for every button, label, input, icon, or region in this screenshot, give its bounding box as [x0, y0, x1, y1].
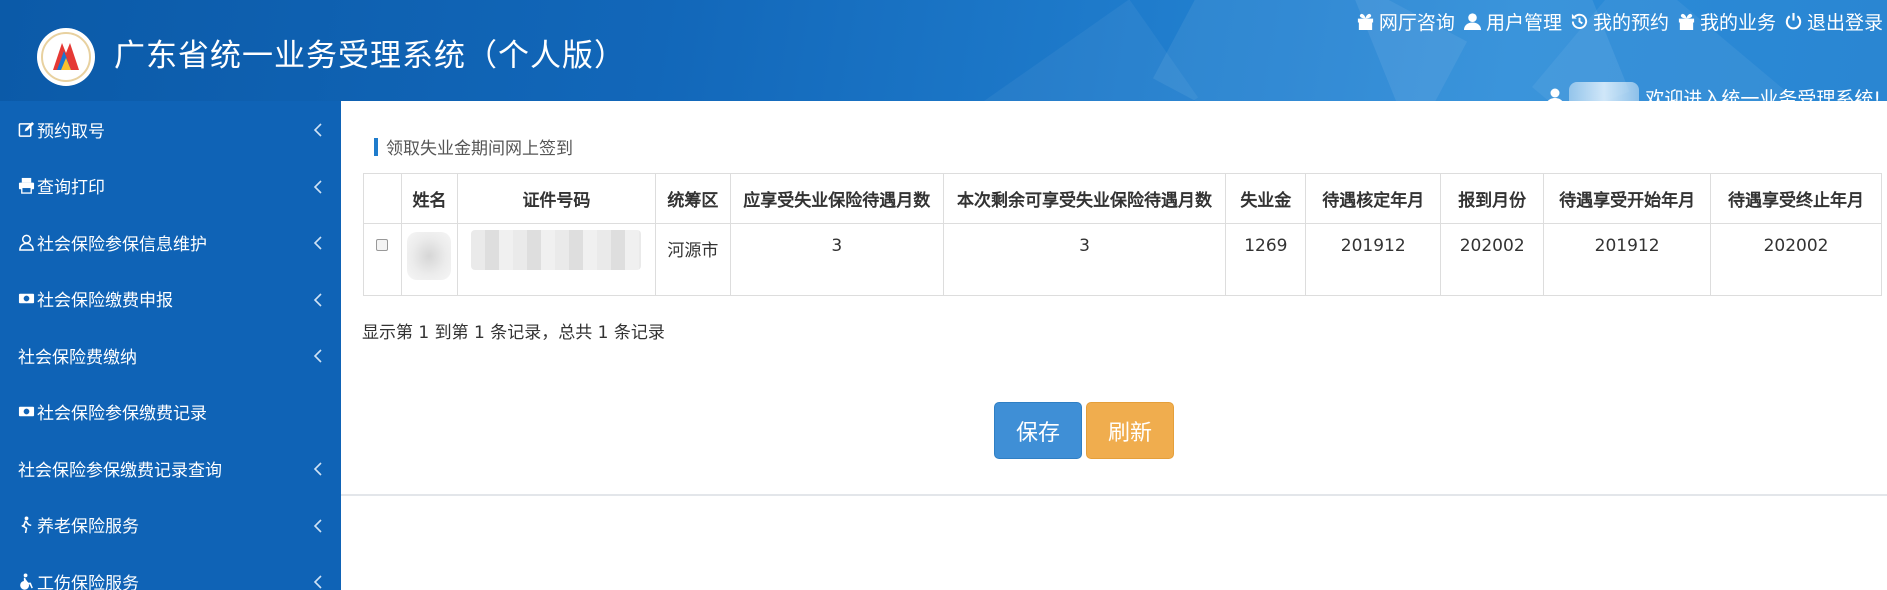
sidebar-item-appointment[interactable]: 预约取号 [0, 101, 341, 158]
sidebar-item-injury-service[interactable]: 工伤保险服务 [0, 553, 341, 590]
table-cell: 201912 [1543, 223, 1712, 296]
section-title: 领取失业金期间网上签到 [374, 134, 573, 159]
table-cell: 202002 [1440, 223, 1545, 296]
column-header[interactable]: 失业金 [1225, 173, 1307, 224]
table-cell: 202002 [1710, 223, 1882, 296]
nav-my-appointments[interactable]: 我的预约 [1570, 8, 1669, 35]
column-header[interactable]: 待遇核定年月 [1305, 173, 1442, 224]
app-logo [37, 28, 95, 86]
id-number-cell [456, 223, 656, 296]
walking-icon [18, 516, 35, 534]
chevron-left-icon [313, 122, 323, 137]
section-title-text: 领取失业金期间网上签到 [386, 139, 573, 159]
refresh-button[interactable]: 刷新 [1086, 402, 1174, 459]
sidebar-item-label: 预约取号 [37, 121, 105, 142]
column-header[interactable]: 本次剩余可享受失业保险待遇月数 [942, 173, 1227, 224]
pagination-info: 显示第 1 到第 1 条记录，总共 1 条记录 [362, 323, 665, 343]
sidebar-item-label: 工伤保险服务 [37, 573, 139, 590]
sidebar-item-label: 社会保险费缴纳 [18, 347, 137, 368]
sidebar-item-label: 社会保险参保信息维护 [37, 234, 207, 255]
nav-consult[interactable]: 网厅咨询 [1356, 8, 1455, 35]
nav-label: 我的预约 [1592, 12, 1669, 34]
column-header[interactable]: 待遇享受终止年月 [1710, 173, 1882, 224]
welcome-message: ,欢迎进入统一业务受理系统! [1545, 72, 1881, 101]
row-checkbox[interactable] [376, 239, 389, 251]
column-header[interactable]: 应享受失业保险待遇月数 [729, 173, 944, 224]
sidebar-item-payment-declaration[interactable]: 社会保险缴费申报 [0, 271, 341, 328]
nav-label: 退出登录 [1806, 12, 1883, 34]
sidebar-item-label: 养老保险服务 [37, 517, 139, 538]
sidebar-item-pension-service[interactable]: 养老保险服务 [0, 497, 341, 554]
sidebar-item-label: 社会保险缴费申报 [37, 291, 173, 312]
sidebar-item-label: 社会保险参保缴费记录查询 [18, 460, 222, 481]
table-cell: 1269 [1225, 223, 1307, 296]
nav-label: 用户管理 [1485, 12, 1562, 34]
sidebar-item-fee-payment[interactable]: 社会保险费缴纳 [0, 327, 341, 384]
table-cell: 河源市 [654, 223, 731, 296]
power-icon [1785, 12, 1802, 30]
chevron-left-icon [313, 574, 323, 589]
table-cell: 3 [942, 223, 1227, 296]
redacted-id-number [471, 230, 642, 270]
table-header-row: 姓名 证件号码 统筹区 应享受失业保险待遇月数 本次剩余可享受失业保险待遇月数 … [363, 173, 1882, 224]
user-icon [1548, 88, 1563, 101]
nav-label: 网厅咨询 [1378, 12, 1455, 34]
gift-icon [1357, 13, 1374, 31]
table-row[interactable]: 河源市 3 3 1269 201912 202002 201912 202002 [363, 223, 1882, 296]
save-button[interactable]: 保存 [994, 402, 1082, 459]
chevron-left-icon [313, 292, 323, 307]
sidebar-item-query-print[interactable]: 查询打印 [0, 158, 341, 215]
user-icon [1463, 13, 1481, 31]
nav-logout[interactable]: 退出登录 [1784, 8, 1883, 35]
nav-my-business[interactable]: 我的业务 [1677, 8, 1776, 35]
column-header[interactable]: 报到月份 [1440, 173, 1545, 224]
nav-label: 我的业务 [1699, 12, 1776, 34]
chevron-left-icon [313, 235, 323, 250]
print-icon [18, 177, 35, 194]
sidebar-item-insurance-info[interactable]: 社会保险参保信息维护 [0, 214, 341, 271]
welcome-text: ,欢迎进入统一业务受理系统! [1639, 87, 1881, 102]
chevron-left-icon [313, 461, 323, 476]
sidebar-item-label: 社会保险参保缴费记录 [37, 404, 207, 425]
name-cell [400, 223, 458, 296]
redacted-name [407, 232, 452, 280]
sidebar: 预约取号 查询打印 社会保险参保信息维护 社会保险缴费申报 社会保险费缴纳 社会… [0, 101, 341, 590]
chevron-left-icon [313, 179, 323, 194]
gift-icon [1678, 13, 1695, 31]
money-icon [18, 403, 35, 420]
column-header[interactable]: 统筹区 [654, 173, 731, 224]
table-cell: 3 [729, 223, 944, 296]
redacted-username [1569, 82, 1640, 101]
sidebar-item-payment-record[interactable]: 社会保险参保缴费记录 [0, 384, 341, 441]
chevron-left-icon [313, 348, 323, 363]
column-header-select [363, 173, 402, 224]
money-icon [18, 290, 35, 307]
edit-icon [18, 121, 35, 138]
column-header[interactable]: 姓名 [400, 173, 458, 224]
column-header[interactable]: 待遇享受开始年月 [1543, 173, 1712, 224]
sidebar-item-record-query[interactable]: 社会保险参保缴费记录查询 [0, 440, 341, 497]
wheelchair-icon [18, 573, 35, 590]
sidebar-item-label: 查询打印 [37, 178, 105, 199]
signin-table: 姓名 证件号码 统筹区 应享受失业保险待遇月数 本次剩余可享受失业保险待遇月数 … [363, 173, 1882, 296]
app-title: 广东省统一业务受理系统（个人版） [114, 38, 626, 74]
user-icon [18, 234, 35, 251]
top-navigation: 网厅咨询 用户管理 我的预约 我的业务 退出登录 [1356, 8, 1883, 35]
column-header[interactable]: 证件号码 [456, 173, 656, 224]
row-select-cell [363, 223, 402, 296]
main-content: 领取失业金期间网上签到 姓名 证件号码 统筹区 应享受失业保险待遇月数 本次剩余… [341, 101, 1887, 496]
title-accent-bar [374, 137, 378, 156]
history-icon [1571, 13, 1588, 29]
top-header: 广东省统一业务受理系统（个人版） 网厅咨询 用户管理 我的预约 我的业务 退出登… [0, 0, 1887, 101]
table-cell: 201912 [1305, 223, 1442, 296]
nav-user-management[interactable]: 用户管理 [1463, 8, 1562, 35]
chevron-left-icon [313, 518, 323, 533]
